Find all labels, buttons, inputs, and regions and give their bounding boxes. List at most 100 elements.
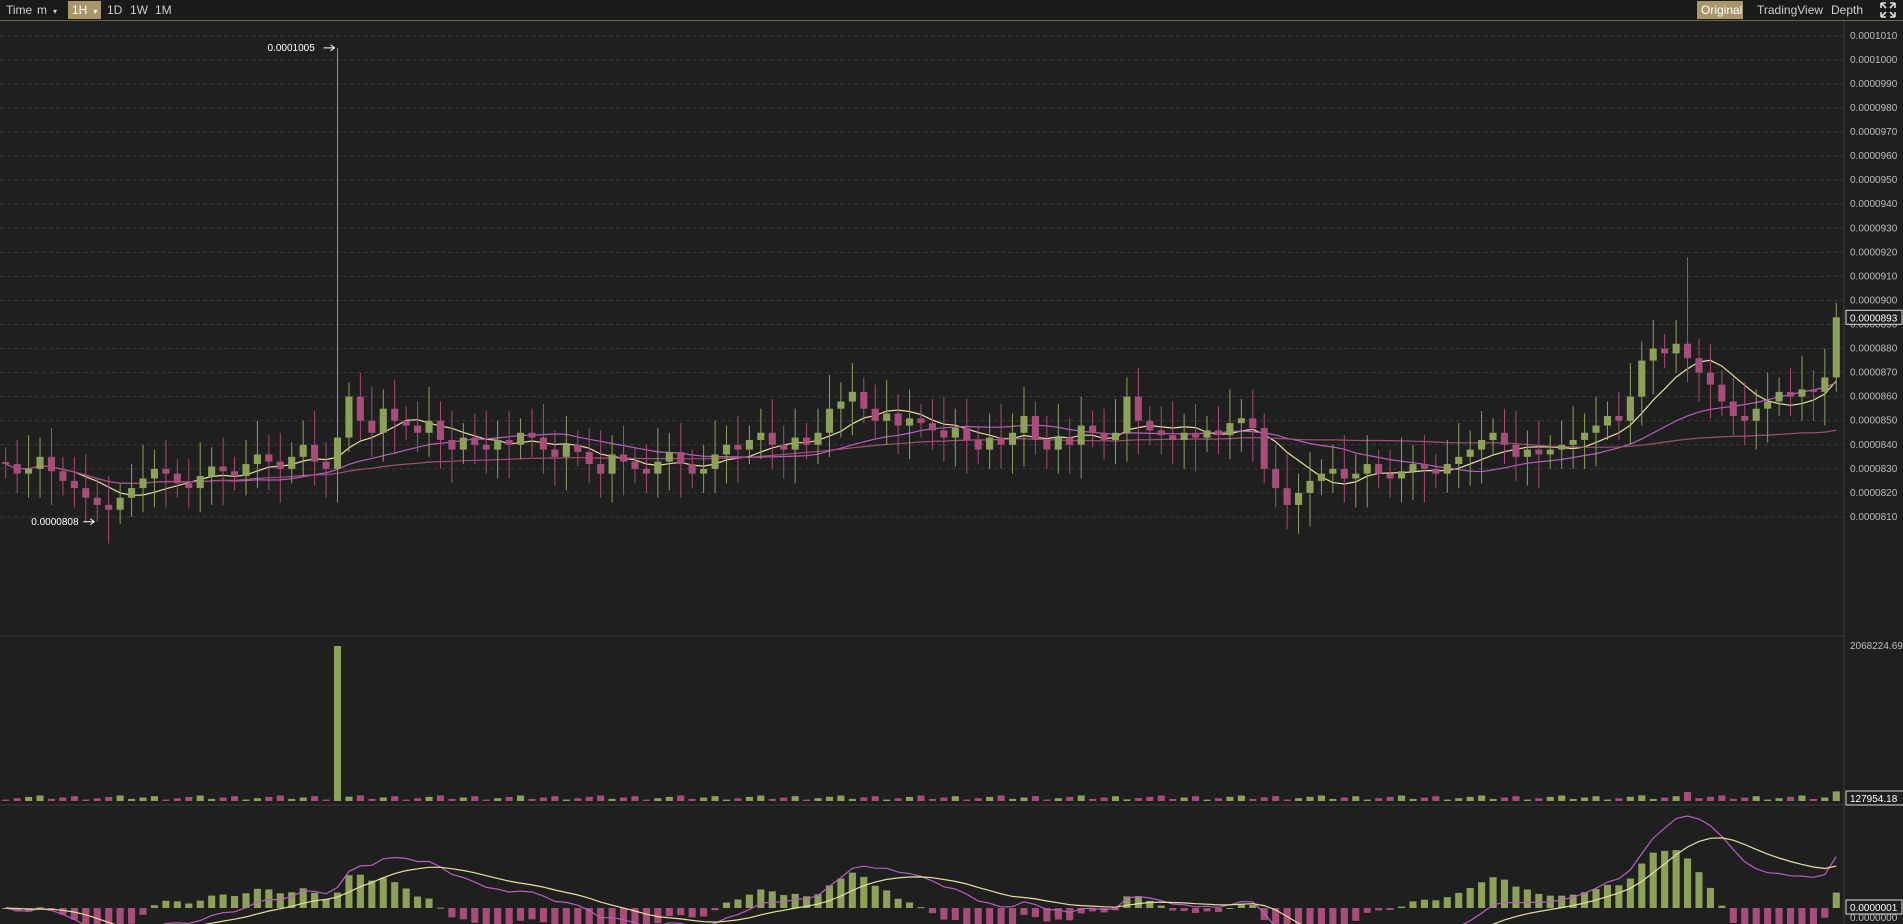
candle-body bbox=[562, 444, 570, 457]
candle-body bbox=[906, 418, 914, 426]
volume-bar bbox=[860, 797, 868, 801]
candle-body bbox=[288, 456, 296, 469]
interval-1m-button[interactable]: 1M bbox=[151, 1, 176, 19]
candle-body bbox=[1638, 360, 1646, 397]
chart-area[interactable]: 0.0001010 0.0001000 0.0000990 0.0000980 0.00… bbox=[0, 21, 1903, 924]
volume-bar bbox=[1123, 799, 1131, 801]
volume-bar bbox=[208, 798, 216, 801]
candle-body bbox=[1718, 384, 1726, 402]
macd-histogram-bar bbox=[928, 908, 936, 914]
fullscreen-icon[interactable] bbox=[1876, 1, 1900, 19]
candle-body bbox=[230, 471, 239, 477]
candle-body bbox=[1649, 348, 1657, 361]
candle-body bbox=[848, 391, 856, 402]
y-tick-label: 0.0000870 bbox=[1850, 368, 1898, 379]
minute-interval-dropdown[interactable]: m ▾ bbox=[33, 1, 65, 19]
macd-histogram-bar bbox=[1455, 892, 1463, 908]
volume-bar bbox=[1546, 796, 1554, 801]
volume-bar bbox=[1764, 799, 1772, 801]
volume-bar bbox=[1089, 798, 1097, 801]
candle-body bbox=[471, 437, 479, 445]
candle-body bbox=[59, 471, 67, 481]
view-depth-button[interactable]: Depth bbox=[1827, 1, 1867, 19]
candle-body bbox=[1100, 432, 1108, 440]
volume-bar bbox=[459, 797, 467, 801]
candle-body bbox=[414, 425, 422, 433]
volume-bar bbox=[288, 798, 296, 801]
candle-body bbox=[1775, 391, 1783, 402]
volume-bar bbox=[1111, 796, 1120, 801]
macd-histogram-bar bbox=[1832, 892, 1840, 908]
candle-body bbox=[757, 432, 765, 440]
candle-body bbox=[1695, 358, 1703, 373]
macd-histogram-bar bbox=[574, 908, 582, 924]
candle-body bbox=[1821, 377, 1829, 392]
interval-1w-button[interactable]: 1W bbox=[126, 1, 152, 19]
candle-body bbox=[1535, 449, 1543, 455]
volume-bar bbox=[711, 796, 719, 801]
candle-body bbox=[1375, 464, 1383, 474]
macd-histogram-bar bbox=[1489, 877, 1497, 908]
candle-body bbox=[1203, 430, 1211, 438]
candle-body bbox=[1592, 425, 1600, 433]
candle-body bbox=[1832, 317, 1840, 378]
volume-bar bbox=[1031, 796, 1039, 801]
candle-body bbox=[1443, 464, 1451, 474]
y-tick-label: 0.0000850 bbox=[1850, 416, 1898, 427]
volume-bar bbox=[1786, 796, 1795, 801]
macd-histogram-bar bbox=[665, 908, 673, 917]
candle-body bbox=[208, 466, 216, 477]
volume-bar bbox=[162, 799, 170, 801]
macd-histogram-bar bbox=[517, 908, 525, 921]
macd-histogram-bar bbox=[1478, 882, 1486, 908]
macd-histogram-bar bbox=[1809, 908, 1817, 924]
macd-histogram-bar bbox=[1066, 908, 1074, 921]
volume-bar bbox=[1329, 798, 1337, 801]
candle-body bbox=[1111, 432, 1120, 440]
candle-body bbox=[425, 420, 433, 433]
candle-body bbox=[345, 396, 353, 438]
candle-body bbox=[780, 444, 788, 450]
candle-body bbox=[1683, 343, 1692, 359]
chevron-down-icon: ▾ bbox=[93, 7, 98, 16]
candle-body bbox=[677, 452, 685, 465]
macd-histogram-bar bbox=[1249, 904, 1257, 908]
macd-histogram-bar bbox=[265, 889, 273, 908]
volume-bar bbox=[734, 798, 742, 801]
candle-body bbox=[13, 464, 21, 474]
y-tick-label: 0.0001000 bbox=[1850, 55, 1898, 66]
candle-body bbox=[1272, 468, 1280, 489]
view-original-button[interactable]: Original bbox=[1697, 1, 1743, 19]
macd-histogram-bar bbox=[619, 908, 628, 924]
volume-bar bbox=[688, 798, 696, 801]
volume-max-label: 2068224.69 bbox=[1850, 641, 1903, 652]
volume-bar bbox=[276, 795, 284, 801]
macd-histogram-bar bbox=[1020, 908, 1028, 915]
candle-body bbox=[517, 432, 525, 445]
volume-bar bbox=[242, 799, 250, 801]
candle-body bbox=[402, 420, 410, 426]
volume-bar bbox=[1100, 797, 1108, 801]
macd-histogram-bar bbox=[162, 900, 170, 908]
candle-body bbox=[356, 396, 364, 421]
macd-histogram-bar bbox=[1786, 908, 1795, 924]
macd-histogram-bar bbox=[551, 908, 559, 924]
macd-histogram-bar bbox=[1214, 908, 1223, 912]
candle-body bbox=[1809, 389, 1817, 392]
candle-body bbox=[1489, 432, 1497, 440]
volume-bar bbox=[1809, 798, 1817, 801]
volume-bar bbox=[1386, 796, 1394, 801]
candle-body bbox=[1146, 420, 1154, 431]
volume-bar bbox=[196, 795, 204, 801]
volume-bar bbox=[1615, 798, 1623, 801]
volume-bar bbox=[665, 796, 673, 801]
interval-1d-button[interactable]: 1D bbox=[103, 1, 126, 19]
hour-interval-dropdown[interactable]: 1H ▾ bbox=[68, 1, 101, 19]
volume-bar bbox=[70, 796, 78, 801]
candle-body bbox=[997, 437, 1005, 445]
candle-body bbox=[1432, 468, 1440, 474]
macd-panel: 0.0000001 0.0000000 bbox=[2, 815, 1903, 924]
view-tradingview-button[interactable]: TradingView bbox=[1753, 1, 1827, 19]
candle-body bbox=[1054, 437, 1062, 450]
volume-bar bbox=[997, 795, 1005, 801]
